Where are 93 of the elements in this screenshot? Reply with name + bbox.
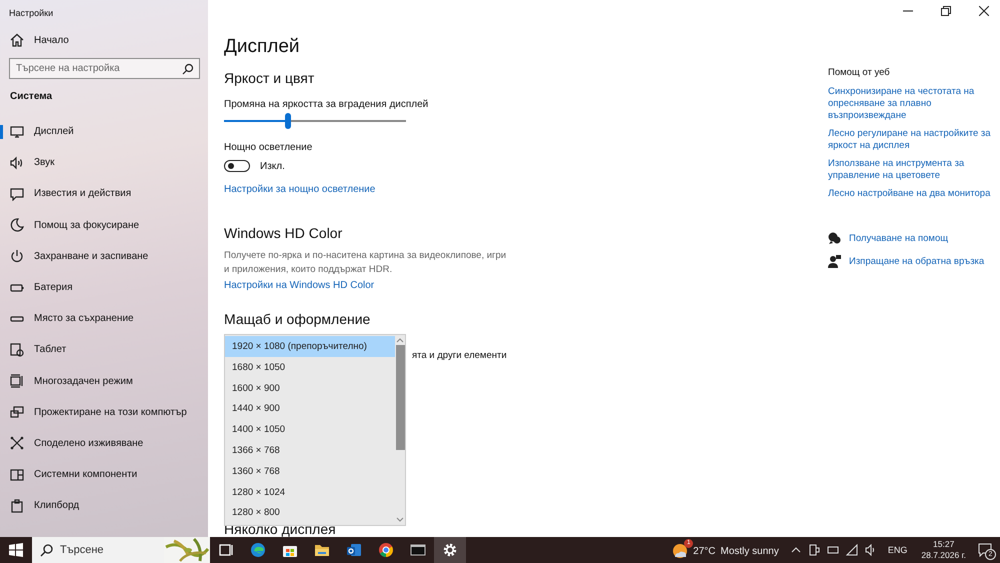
help-link[interactable]: Използване на инструмента за управление на цветовете <box>828 158 1000 182</box>
section-heading: Система <box>9 90 54 104</box>
list-option[interactable]: 1280 × 800 <box>225 502 395 524</box>
scroll-down-icon <box>396 517 404 523</box>
projector-icon <box>10 405 24 420</box>
caret-up-icon <box>790 545 801 555</box>
chat-bubble-icon <box>828 232 841 245</box>
list-option[interactable]: 1400 × 1050 <box>225 419 395 440</box>
list-option[interactable]: 1366 × 768 <box>225 440 395 461</box>
sidebar-item[interactable]: Известия и действия <box>0 178 208 210</box>
panel-icon <box>10 468 24 482</box>
terminal-icon <box>410 542 426 558</box>
sidebar-item[interactable]: Прожектиране на този компютър <box>0 396 208 428</box>
speech-bubble-icon <box>10 186 24 201</box>
sidebar-item[interactable]: Споделено изживяване <box>0 428 208 460</box>
sidebar-item[interactable]: Дисплей <box>0 116 208 148</box>
list-option[interactable]: 1600 × 900 <box>225 378 395 398</box>
list-option[interactable]: 1680 × 1050 <box>225 356 395 378</box>
feedback-link[interactable]: Изпращане на обратна връзка <box>828 255 1000 268</box>
clipboard-icon <box>10 498 24 513</box>
home-item[interactable]: Начало <box>0 28 208 52</box>
brightness-slider[interactable] <box>224 113 406 128</box>
notification-icon <box>978 543 992 557</box>
language-indicator[interactable]: ENG <box>888 545 908 555</box>
person-icon <box>828 255 841 268</box>
section-heading: Windows HD Color <box>224 225 342 241</box>
weather-text: Mostly sunny <box>720 546 779 556</box>
scroll-up-icon <box>396 337 404 343</box>
battery-icon <box>826 544 839 556</box>
sidebar-item[interactable]: Звук <box>0 147 208 178</box>
section-heading: Мащаб и оформление <box>224 311 370 327</box>
get-help-link[interactable]: Получаване на помощ <box>828 232 1000 245</box>
help-link[interactable]: Лесно настройване на два монитора <box>828 188 1000 200</box>
mail-icon <box>346 542 362 558</box>
maximize-button[interactable] <box>940 5 952 17</box>
hd-color-description: Получете по-ярка и по-наситена картина за видеоклипове, игри и приложения, които поддържат HDR. <box>224 249 508 277</box>
tablet-icon <box>10 342 24 357</box>
selection-indicator <box>0 125 3 139</box>
night-light-settings-link[interactable]: Настройки за нощно осветление <box>224 184 376 195</box>
sidebar-item[interactable]: Захранване и заспиване <box>0 240 208 272</box>
help-heading: Помощ от уеб <box>828 67 891 78</box>
help-link[interactable]: Лесно регулиране на настройките за яркост на дисплея <box>828 128 1000 152</box>
clock[interactable]: 15:27 28.7.2026 г. <box>921 539 966 561</box>
window-title: Настройки <box>8 7 54 20</box>
hd-color-settings-link[interactable]: Настройки на Windows HD Color <box>224 280 374 291</box>
moon-icon <box>10 218 24 232</box>
search-field[interactable]: Търсене на настройка <box>9 58 200 79</box>
search-icon <box>40 544 53 557</box>
folder-icon <box>314 542 330 558</box>
list-option[interactable]: 1440 × 900 <box>225 398 395 420</box>
sidebar-item[interactable]: Помощ за фокусиране <box>0 210 208 241</box>
date-text: 28.7.2026 г. <box>921 550 966 561</box>
home-icon <box>10 33 24 47</box>
close-icon <box>979 6 989 16</box>
search-icon <box>182 63 194 75</box>
sidebar-item[interactable]: Батерия <box>0 272 208 304</box>
monitor-icon <box>10 124 24 139</box>
toggle-state: Изкл. <box>260 160 285 172</box>
restore-icon <box>941 6 951 16</box>
chrome-icon <box>378 542 394 558</box>
temperature-text: 27°C <box>693 546 716 556</box>
taskbar-app[interactable] <box>434 537 466 563</box>
list-option[interactable]: 1920 × 1080 (препоръчително) <box>225 336 395 357</box>
section-heading: Яркост и цвят <box>224 70 314 86</box>
time-text: 15:27 <box>933 539 954 550</box>
windows-logo-icon <box>9 543 23 557</box>
toggle-label: Нощно осветление <box>224 142 312 153</box>
scrollbar-thumb[interactable] <box>396 345 404 450</box>
power-icon <box>10 249 24 264</box>
sidebar-item[interactable]: Място за съхранение <box>0 303 208 334</box>
sidebar-item[interactable]: Многозадачен режим <box>0 366 208 397</box>
taskbar-search-field[interactable]: Търсене <box>32 537 164 563</box>
slider-label: Промяна на яркостта за вградения дисплей <box>224 99 428 110</box>
speaker-icon <box>10 156 24 170</box>
share-icon <box>10 436 24 450</box>
close-button[interactable] <box>978 5 990 17</box>
sidebar-item[interactable]: Клипборд <box>0 490 208 522</box>
gear-icon <box>442 542 458 558</box>
slider-thumb[interactable] <box>284 113 291 129</box>
toggle-switch[interactable] <box>224 160 250 172</box>
speaker-icon <box>864 544 877 556</box>
page-title: Дисплей <box>224 36 300 58</box>
scale-description: ята и други елементи <box>412 350 507 361</box>
list-option[interactable]: 1280 × 1024 <box>225 482 395 502</box>
sun-cloud-icon <box>672 543 688 559</box>
task-view-icon <box>218 542 234 558</box>
help-link[interactable]: Синхронизиране на честотата на опресняване за плавно възпроизвеждане <box>828 86 1000 122</box>
list-option[interactable]: 1360 × 768 <box>225 460 395 482</box>
phone-icon <box>808 544 820 556</box>
sidebar-item[interactable]: Таблет <box>0 334 208 366</box>
sidebar-item[interactable]: Системни компоненти <box>0 459 208 490</box>
edge-icon <box>250 542 266 558</box>
resolution-list[interactable]: 1920 × 1080 (препоръчително) 1680 × 1050 1600 × 900 1440 × 900 1400 × 1050 1366 × 768 1360 × 768 1280 × 1024 1280 × 800 <box>224 334 406 526</box>
